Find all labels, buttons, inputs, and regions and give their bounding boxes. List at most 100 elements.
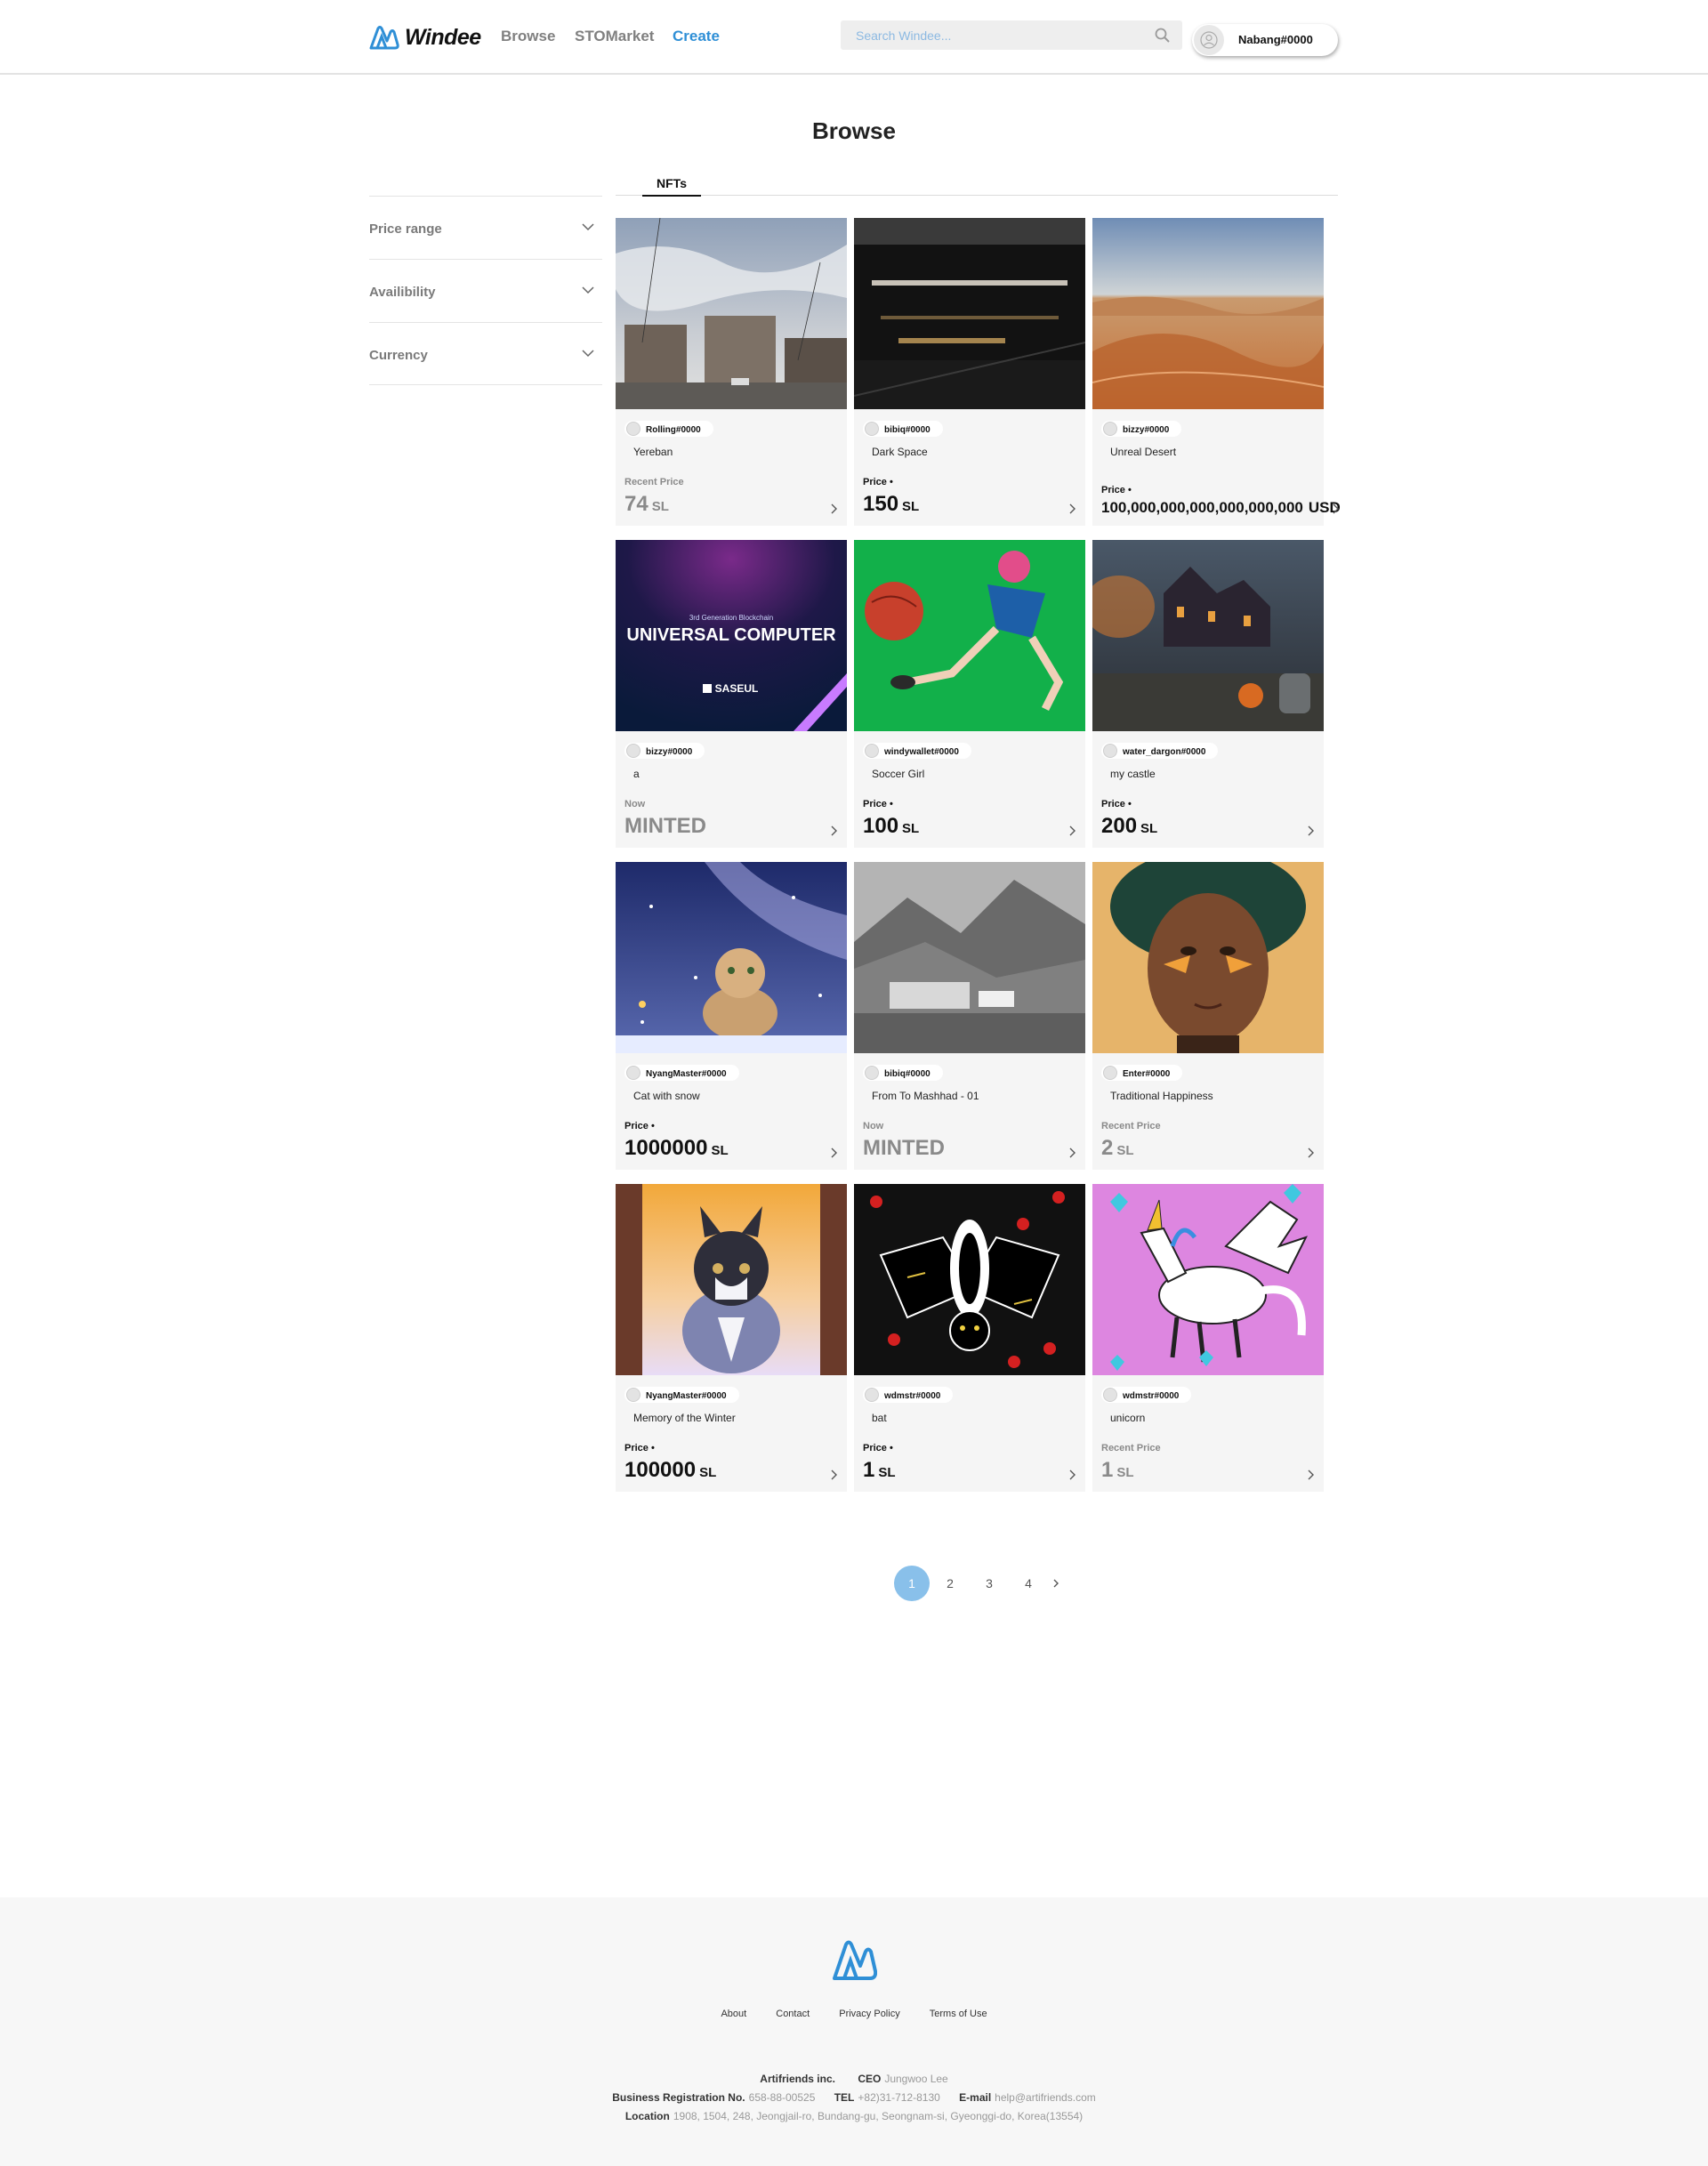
user-icon xyxy=(1200,31,1218,49)
user-menu-button[interactable]: Nabang#0000 xyxy=(1192,24,1338,56)
chevron-right-icon xyxy=(1308,825,1314,836)
nft-name: Cat with snow xyxy=(633,1090,700,1102)
nft-image xyxy=(854,540,1085,731)
footer-link-terms[interactable]: Terms of Use xyxy=(930,2009,987,2019)
footer-link-privacy[interactable]: Privacy Policy xyxy=(839,2009,899,2019)
search-icon[interactable] xyxy=(1154,27,1172,44)
page-button-1[interactable]: 1 xyxy=(894,1566,930,1601)
chevron-right-icon xyxy=(1333,503,1339,514)
filter-price-range[interactable]: Price range xyxy=(369,196,602,259)
creator-badge[interactable]: bizzy#0000 xyxy=(624,743,705,759)
price-unit: SL xyxy=(1140,821,1158,836)
creator-badge[interactable]: bizzy#0000 xyxy=(1101,421,1182,437)
filter-sidebar: Price range Availibility Currency xyxy=(369,196,602,385)
nft-card[interactable]: water_dargon#0000 my castle Price • 200 S… xyxy=(1092,540,1324,848)
nft-image xyxy=(1092,862,1324,1053)
nft-card[interactable]: 3rd Generation Blockchain UNIVERSAL COMP… xyxy=(616,540,847,848)
creator-name: Enter#0000 xyxy=(1123,1069,1171,1079)
nft-card[interactable]: NyangMaster#0000 Memory of the Winter Pr… xyxy=(616,1184,847,1492)
nft-image xyxy=(616,1184,847,1375)
creator-badge[interactable]: bibiq#0000 xyxy=(863,421,943,437)
price-value: 150 SL xyxy=(863,492,919,517)
page-button-4[interactable]: 4 xyxy=(1011,1566,1046,1601)
creator-badge[interactable]: windywallet#0000 xyxy=(863,743,971,759)
creator-badge[interactable]: NyangMaster#0000 xyxy=(624,1387,739,1403)
price-value: MINTED xyxy=(624,814,706,839)
email-value[interactable]: help@artifriends.com xyxy=(995,2091,1096,2104)
footer-location-line: Location 1908, 1504, 248, Jeongjail-ro, B… xyxy=(0,2110,1708,2122)
nft-card[interactable]: wdmstr#0000 bat Price • 1 SL xyxy=(854,1184,1085,1492)
filter-currency[interactable]: Currency xyxy=(369,322,602,385)
creator-name: bizzy#0000 xyxy=(1123,425,1170,435)
creator-avatar xyxy=(626,1388,640,1402)
price-value: 74 SL xyxy=(624,492,669,517)
creator-name: wdmstr#0000 xyxy=(1123,1391,1180,1401)
creator-avatar xyxy=(626,744,640,758)
price-label: Now xyxy=(863,1121,884,1131)
page-button-3[interactable]: 3 xyxy=(971,1566,1007,1601)
chevron-right-icon xyxy=(831,1147,837,1158)
creator-badge[interactable]: Rolling#0000 xyxy=(624,421,713,437)
brn-label: Business Registration No. xyxy=(612,2091,745,2104)
price-amount: 1 xyxy=(863,1458,875,1482)
nav-browse[interactable]: Browse xyxy=(501,28,555,45)
nav-create[interactable]: Create xyxy=(673,28,720,45)
nft-card[interactable]: windywallet#0000 Soccer Girl Price • 100… xyxy=(854,540,1085,848)
price-amount: 200 xyxy=(1101,814,1138,838)
price-value: 200 SL xyxy=(1101,814,1157,839)
nav-stomarket[interactable]: STOMarket xyxy=(575,28,654,45)
windee-logo[interactable]: Windee xyxy=(369,20,481,55)
search-input[interactable] xyxy=(841,20,1143,50)
footer: About Contact Privacy Policy Terms of Us… xyxy=(0,1897,1708,2166)
price-label: Price • xyxy=(863,799,893,809)
price-label: Price • xyxy=(863,1443,893,1453)
price-amount: 100,000,000,000,000,000,000 xyxy=(1101,499,1303,516)
search-box xyxy=(841,20,1182,50)
footer-link-contact[interactable]: Contact xyxy=(776,2009,810,2019)
nft-card[interactable]: NyangMaster#0000 Cat with snow Price • 1… xyxy=(616,862,847,1170)
nft-image xyxy=(1092,218,1324,409)
tab-nfts[interactable]: NFTs xyxy=(642,176,701,197)
page-button-2[interactable]: 2 xyxy=(932,1566,968,1601)
windee-logo-icon xyxy=(833,1940,877,1980)
nft-card[interactable]: Enter#0000 Traditional Happiness Recent … xyxy=(1092,862,1324,1170)
chevron-right-icon xyxy=(1308,1469,1314,1480)
user-name: Nabang#0000 xyxy=(1238,33,1313,46)
footer-registration-line: Business Registration No. 658-88-00525 TE… xyxy=(0,2091,1708,2104)
creator-name: bibiq#0000 xyxy=(884,425,931,435)
creator-badge[interactable]: NyangMaster#0000 xyxy=(624,1065,739,1081)
nft-card[interactable]: Rolling#0000 Yereban Recent Price 74 SL xyxy=(616,218,847,526)
filter-availability[interactable]: Availibility xyxy=(369,259,602,322)
ceo-name: Jungwoo Lee xyxy=(884,2073,948,2085)
nft-card[interactable]: bizzy#0000 Unreal Desert Price • 100,000… xyxy=(1092,218,1341,526)
creator-badge[interactable]: wdmstr#0000 xyxy=(1101,1387,1192,1403)
nft-name: Traditional Happiness xyxy=(1110,1090,1213,1102)
creator-avatar xyxy=(865,1066,879,1080)
price-label: Recent Price xyxy=(624,477,684,487)
creator-badge[interactable]: bibiq#0000 xyxy=(863,1065,943,1081)
creator-avatar xyxy=(1103,1066,1117,1080)
artwork-subtitle: 3rd Generation Blockchain xyxy=(689,614,773,622)
windee-logo-icon xyxy=(369,26,399,50)
price-label: Price • xyxy=(1101,799,1132,809)
nft-card[interactable]: bibiq#0000 From To Mashhad - 01 Now MINT… xyxy=(854,862,1085,1170)
next-page-icon[interactable] xyxy=(1050,1577,1062,1590)
creator-name: wdmstr#0000 xyxy=(884,1391,941,1401)
creator-avatar xyxy=(626,1066,640,1080)
nft-card[interactable]: wdmstr#0000 unicorn Recent Price 1 SL xyxy=(1092,1184,1324,1492)
creator-badge[interactable]: wdmstr#0000 xyxy=(863,1387,954,1403)
nft-name: Unreal Desert xyxy=(1110,446,1177,458)
price-amount: 2 xyxy=(1101,1136,1114,1160)
nft-card[interactable]: bibiq#0000 Dark Space Price • 150 SL xyxy=(854,218,1085,526)
creator-avatar xyxy=(1103,1388,1117,1402)
price-amount: MINTED xyxy=(624,814,706,838)
creator-badge[interactable]: water_dargon#0000 xyxy=(1101,743,1219,759)
nft-name: From To Mashhad - 01 xyxy=(872,1090,979,1102)
nft-image xyxy=(616,218,847,409)
price-amount: 1000000 xyxy=(624,1136,708,1160)
nft-image xyxy=(854,218,1085,409)
chevron-right-icon xyxy=(831,1469,837,1480)
creator-name: NyangMaster#0000 xyxy=(646,1069,727,1079)
footer-link-about[interactable]: About xyxy=(721,2009,746,2019)
creator-badge[interactable]: Enter#0000 xyxy=(1101,1065,1183,1081)
